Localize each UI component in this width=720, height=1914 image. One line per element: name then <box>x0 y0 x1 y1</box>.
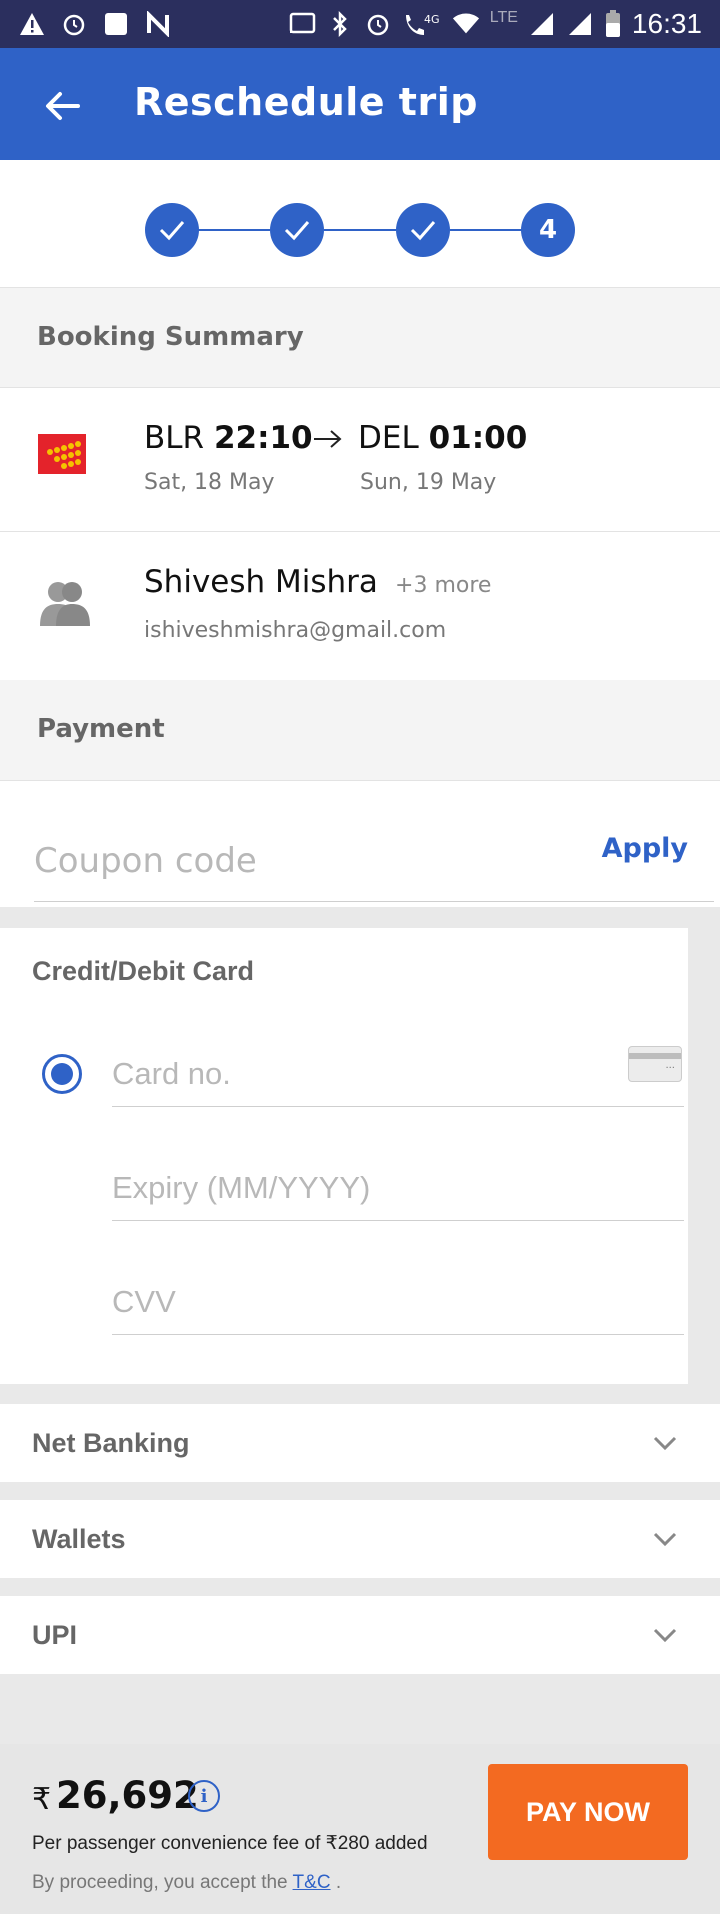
alarm-icon <box>364 10 392 38</box>
arrival: DEL 01:00 <box>358 420 527 456</box>
bluetooth-icon <box>326 10 354 38</box>
chevron-down-icon <box>653 1436 677 1451</box>
upi-label: UPI <box>32 1620 78 1650</box>
coupon-underline <box>34 901 714 902</box>
apply-coupon-button[interactable]: Apply <box>602 833 688 864</box>
step-1-complete <box>145 203 199 257</box>
back-button[interactable] <box>34 78 90 134</box>
departure-airport: BLR <box>144 420 205 456</box>
terms-prefix: By proceeding, you accept the <box>32 1872 293 1893</box>
info-icon[interactable]: i <box>188 1780 220 1812</box>
total-amount: 26,692 <box>56 1774 199 1817</box>
step-3-complete <box>396 203 450 257</box>
card-number-input[interactable]: Card no. <box>112 1056 684 1092</box>
clock: 16:31 <box>631 8 702 39</box>
departure-time: 22:10 <box>213 420 313 456</box>
wifi-icon <box>452 10 480 38</box>
checkmark-icon <box>284 221 310 241</box>
signal-icon <box>566 10 594 38</box>
departure-date: Sat, 18 May <box>144 470 275 495</box>
arrow-right-icon <box>312 428 344 454</box>
stepper-connector <box>198 229 270 231</box>
coupon-row: Coupon code Apply <box>0 781 720 907</box>
upi-option[interactable]: UPI <box>0 1596 720 1674</box>
passengers-icon <box>38 578 94 632</box>
wifi-call-icon: 4G <box>402 10 442 38</box>
expiry-input[interactable]: Expiry (MM/YYYY) <box>112 1170 684 1206</box>
booking-summary-header: Booking Summary <box>0 288 720 388</box>
credit-card-icon: ··· <box>628 1046 682 1082</box>
warning-icon <box>18 10 46 38</box>
arrow-left-icon <box>46 92 80 120</box>
chevron-down-icon <box>653 1628 677 1643</box>
wallets-label: Wallets <box>32 1524 126 1554</box>
card-number-underline <box>112 1106 684 1107</box>
lte-label: LTE <box>489 9 518 26</box>
cvv-underline <box>112 1334 684 1335</box>
net-banking-option[interactable]: Net Banking <box>0 1404 720 1482</box>
payment-title: Payment <box>37 714 165 744</box>
passenger-row: Shivesh Mishra +3 more ishiveshmishra@gm… <box>0 532 720 680</box>
n-icon <box>144 10 172 38</box>
page-title: Reschedule trip <box>134 80 478 124</box>
step-2-complete <box>270 203 324 257</box>
signal-icon <box>528 10 556 38</box>
pay-now-button[interactable]: PAY NOW <box>488 1764 688 1860</box>
arrival-airport: DEL <box>358 420 419 456</box>
radio-selected-dot <box>51 1063 73 1085</box>
chevron-down-icon <box>653 1532 677 1547</box>
card-payment-section: Credit/Debit Card Card no. ··· Expiry (M… <box>0 928 688 1384</box>
stepper-connector <box>324 229 396 231</box>
cvv-input[interactable]: CVV <box>112 1284 684 1320</box>
booking-summary-title: Booking Summary <box>37 322 304 352</box>
arrival-time: 01:00 <box>428 420 528 456</box>
card-radio[interactable] <box>42 1054 82 1094</box>
stepper-connector <box>450 229 522 231</box>
status-bar: 4G LTE 16:31 <box>0 0 720 48</box>
terms-suffix: . <box>330 1872 342 1893</box>
terms-link[interactable]: T&C <box>293 1872 331 1893</box>
cast-icon <box>288 10 316 38</box>
expiry-underline <box>112 1220 684 1221</box>
arrival-date: Sun, 19 May <box>360 470 497 495</box>
coupon-input[interactable]: Coupon code <box>34 841 594 881</box>
alarm-icon <box>60 10 88 38</box>
wallets-option[interactable]: Wallets <box>0 1500 720 1578</box>
departure: BLR 22:10 <box>144 420 313 456</box>
step-4-current: 4 <box>521 203 575 257</box>
net-banking-label: Net Banking <box>32 1428 190 1458</box>
passenger-email: ishiveshmishra@gmail.com <box>144 618 447 643</box>
battery-icon <box>604 10 622 38</box>
status-icons-left <box>18 8 172 40</box>
passenger-names: Shivesh Mishra +3 more <box>144 564 491 600</box>
airline-logo <box>38 434 86 474</box>
convenience-fee-note: Per passenger convenience fee of ₹280 ad… <box>32 1833 428 1854</box>
progress-stepper: 4 <box>0 160 720 288</box>
currency-symbol: ₹ <box>32 1782 52 1817</box>
payment-header: Payment <box>0 680 720 781</box>
square-icon <box>102 10 130 38</box>
checkmark-icon <box>159 221 185 241</box>
terms-note: By proceeding, you accept the T&C . <box>32 1872 341 1894</box>
app-bar: Reschedule trip <box>0 48 720 160</box>
payment-footer: ₹ 26,692 i Per passenger convenience fee… <box>0 1744 720 1914</box>
passenger-more: +3 more <box>395 573 492 598</box>
status-icons-right: 4G LTE 16:31 <box>288 6 702 42</box>
card-section-title: Credit/Debit Card <box>32 956 255 986</box>
passenger-name: Shivesh Mishra <box>144 564 378 600</box>
checkmark-icon <box>410 221 436 241</box>
flight-summary-row: BLR 22:10 DEL 01:00 Sat, 18 May Sun, 19 … <box>0 388 720 532</box>
svg-text:4G: 4G <box>424 13 440 26</box>
